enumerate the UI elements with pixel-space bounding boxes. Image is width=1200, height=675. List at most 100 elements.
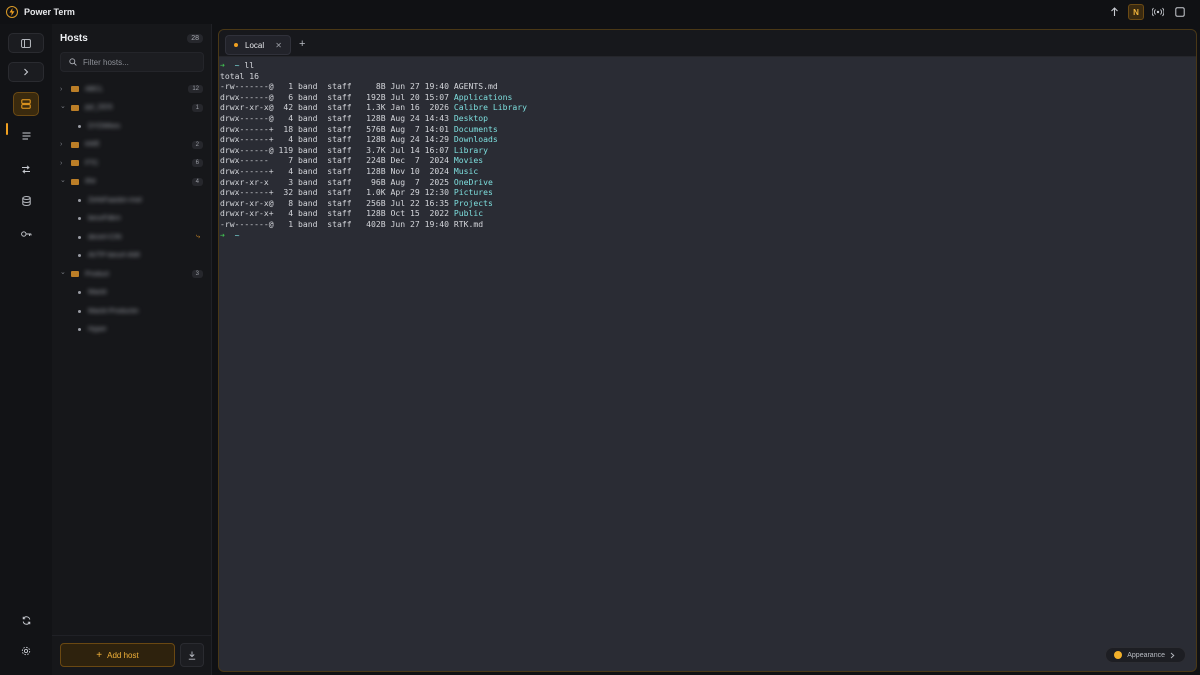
window-icon[interactable] <box>1172 4 1188 20</box>
sync-icon[interactable] <box>8 610 44 630</box>
host-dot <box>78 198 81 202</box>
host-group[interactable]: › FTC 6 <box>52 154 212 173</box>
host-label: AVTP-beuvf-AMI <box>88 252 140 260</box>
host-group[interactable]: ⌄ ilhe 4 <box>52 173 212 192</box>
prompt-line: ➜ ~ ll <box>220 60 254 70</box>
hosts-count-badge: 28 <box>187 34 203 43</box>
host-group-count: 12 <box>188 85 203 94</box>
host-group-count: 4 <box>191 177 203 186</box>
app-logo-icon <box>6 6 18 18</box>
ls-meta: -rw-------@ 1 band staff 8B Jun 27 19:40 <box>220 81 454 92</box>
host-item[interactable]: AVTP-beuvf-AMI <box>52 247 212 266</box>
host-label: Hyper <box>88 326 107 334</box>
ls-meta: drwxr-xr-x 3 band staff 96B Aug 7 2025 <box>220 176 454 187</box>
ls-meta: drwxr-xr-x+ 4 band staff 128B Oct 15 202… <box>220 208 454 219</box>
appearance-button[interactable]: Appearance <box>1105 647 1186 663</box>
chevron-down-icon: ⌄ <box>60 269 66 277</box>
host-group-label: ilhe <box>85 178 96 186</box>
folder-icon <box>71 104 79 111</box>
host-group-count: 3 <box>191 270 203 279</box>
ls-meta: drwxr-xr-x@ 8 band staff 256B Jul 22 16:… <box>220 197 454 208</box>
ls-meta: drwx------@ 4 band staff 128B Aug 24 14:… <box>220 112 454 123</box>
chevron-right-icon[interactable] <box>8 62 44 82</box>
chevron-down-icon: ⌄ <box>60 102 66 110</box>
sidebar-toggle-icon[interactable] <box>8 33 44 53</box>
database-icon[interactable] <box>8 191 44 211</box>
transfer-icon[interactable] <box>8 159 44 179</box>
ls-meta: drwx------+ 32 band staff 1.0K Apr 29 12… <box>220 187 454 198</box>
tab-local[interactable]: Local ✕ <box>225 35 291 55</box>
settings-icon[interactable] <box>8 641 44 661</box>
ls-line: drwx------+ 32 band staff 1.0K Apr 29 12… <box>220 187 493 197</box>
chevron-right-icon: › <box>60 141 63 149</box>
prompt-line-current: ➜ ~ <box>220 230 240 240</box>
close-icon[interactable]: ✕ <box>275 41 282 50</box>
ls-dir-name: Music <box>453 165 479 176</box>
host-group-label: ABCL <box>85 85 104 93</box>
filter-hosts-input-wrapper[interactable] <box>60 52 204 72</box>
ls-line: -rw-------@ 1 band staff 402B Jun 27 19:… <box>220 219 483 229</box>
ls-dir-name: OneDrive <box>453 176 493 187</box>
ls-line: -rw-------@ 1 band staff 8B Jun 27 19:40… <box>220 81 498 91</box>
terminal-workspace: Local ✕ + ➜ ~ ll total 16 -rw-------@ 1 … <box>218 29 1197 672</box>
appearance-label: Appearance <box>1127 651 1165 659</box>
host-item[interactable]: decerl-CIN ⤷ <box>52 228 212 247</box>
avatar[interactable]: N <box>1128 4 1144 20</box>
host-group-count: 6 <box>191 159 203 168</box>
host-label: decerl-CIN <box>88 233 122 241</box>
host-item[interactable]: ZehkFaasbn-mwl <box>52 191 212 210</box>
ls-total: total 16 <box>220 70 259 81</box>
ls-line: drwx------ 7 band staff 224B Dec 7 2024 … <box>220 155 483 165</box>
ls-dir-name: Library <box>453 144 489 155</box>
filter-hosts-input[interactable] <box>83 57 193 67</box>
host-item[interactable]: Mackt <box>52 284 212 303</box>
broadcast-icon[interactable] <box>1150 4 1166 20</box>
host-tree: › ABCL 12 ⌄ pyl_DDS 1 DYDWkes › kWE 2 › FTC 6 ⌄ ilhe 4 Z… <box>52 80 212 339</box>
folder-icon <box>71 141 79 148</box>
terminal-output[interactable]: ➜ ~ ll total 16 -rw-------@ 1 band staff… <box>220 60 527 240</box>
import-button[interactable] <box>180 643 204 667</box>
host-group[interactable]: ⌄ pyl_DDS 1 <box>52 99 212 118</box>
chevron-right-icon <box>1170 652 1175 658</box>
host-group[interactable]: › kWE 2 <box>52 136 212 155</box>
host-group-label: FTC <box>85 159 99 167</box>
plus-icon: + <box>96 649 103 661</box>
host-group[interactable]: ⌄ Product 3 <box>52 265 212 284</box>
ls-dir-name: Desktop <box>453 112 489 123</box>
host-dot <box>78 235 81 239</box>
chevron-right-icon: › <box>60 159 63 167</box>
host-group-label: kWE <box>85 141 100 149</box>
ls-dir-name: Projects <box>453 197 493 208</box>
hosts-title: Hosts <box>60 33 88 44</box>
key-icon[interactable] <box>8 224 44 244</box>
folder-icon <box>71 160 79 167</box>
host-group[interactable]: › ABCL 12 <box>52 80 212 99</box>
host-group-count: 1 <box>191 103 203 112</box>
host-dot <box>78 124 81 128</box>
ls-line: drwx------+ 4 band staff 128B Aug 24 14:… <box>220 134 498 144</box>
add-host-button[interactable]: + Add host <box>60 643 175 667</box>
branch-icon: ⤷ <box>196 233 200 241</box>
ls-line: drwxr-xr-x@ 42 band staff 1.3K Jan 16 20… <box>220 102 527 112</box>
ls-meta: drwx------+ 4 band staff 128B Nov 10 202… <box>220 165 454 176</box>
ls-meta: drwx------@ 6 band staff 192B Jul 20 15:… <box>220 91 454 102</box>
folder-icon <box>71 86 79 93</box>
ls-line: drwx------@ 4 band staff 128B Aug 24 14:… <box>220 113 488 123</box>
ls-line: drwx------@ 6 band staff 192B Jul 20 15:… <box>220 92 512 102</box>
ls-meta: drwx------ 7 band staff 224B Dec 7 2024 <box>220 155 454 166</box>
ls-line: drwx------@ 119 band staff 3.7K Jul 14 1… <box>220 145 488 155</box>
host-item[interactable]: beuvFdkm <box>52 210 212 229</box>
host-item[interactable]: Hyper <box>52 321 212 340</box>
add-host-label: Add host <box>107 650 139 660</box>
hosts-icon[interactable] <box>13 92 39 116</box>
title-bar: Power Term N <box>0 0 1200 24</box>
host-item[interactable]: DYDWkes <box>52 117 212 136</box>
ls-dir-name: Documents <box>453 123 498 134</box>
host-item[interactable]: Mackt-Productin <box>52 302 212 321</box>
list-icon[interactable] <box>8 126 44 146</box>
host-label: Mackt <box>88 289 107 297</box>
host-label: beuvFdkm <box>88 215 121 223</box>
ls-dir-name: Public <box>453 208 484 219</box>
new-tab-button[interactable]: + <box>299 38 305 50</box>
upload-icon[interactable] <box>1106 4 1122 20</box>
